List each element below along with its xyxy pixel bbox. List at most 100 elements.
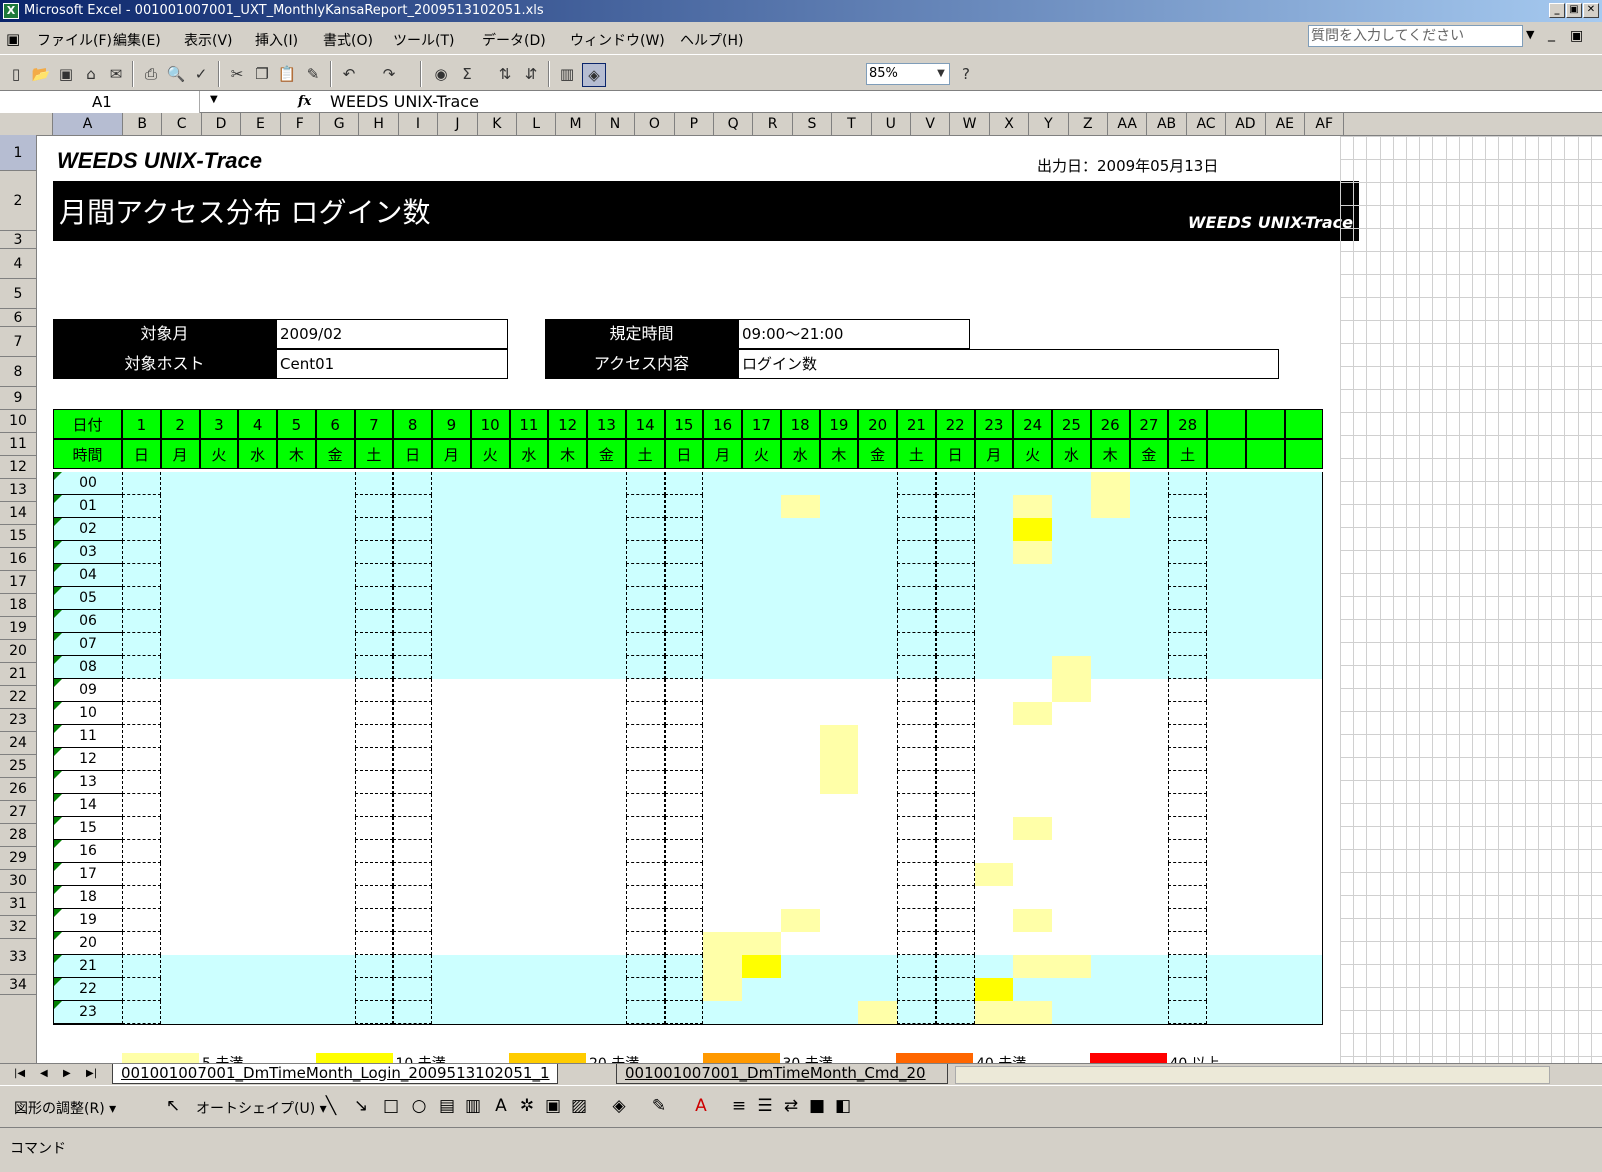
row-header-10[interactable]: 10 bbox=[0, 410, 36, 433]
heat-cell[interactable] bbox=[703, 794, 742, 817]
heat-cell[interactable] bbox=[974, 495, 1014, 518]
heat-cell[interactable] bbox=[354, 840, 394, 863]
heat-cell[interactable] bbox=[1168, 472, 1207, 495]
heat-cell[interactable] bbox=[1245, 955, 1285, 978]
heat-cell[interactable] bbox=[1090, 495, 1130, 518]
heat-cell[interactable] bbox=[393, 679, 432, 702]
vertical-textbox-icon[interactable]: ▥ bbox=[462, 1096, 484, 1116]
sheet-tab-login[interactable]: 001001007001_DmTimeMonth_Login_200951310… bbox=[112, 1064, 559, 1084]
heat-cell[interactable] bbox=[1090, 564, 1130, 587]
heat-cell[interactable] bbox=[1284, 771, 1324, 794]
heat-cell[interactable] bbox=[1129, 840, 1169, 863]
heat-cell[interactable] bbox=[587, 932, 626, 955]
heat-cell[interactable] bbox=[780, 909, 820, 932]
heat-cell[interactable] bbox=[742, 978, 781, 1001]
column-header-F[interactable]: F bbox=[281, 113, 320, 135]
heat-cell[interactable] bbox=[199, 840, 239, 863]
heat-cell[interactable] bbox=[858, 955, 897, 978]
column-header-W[interactable]: W bbox=[950, 113, 990, 135]
heat-cell[interactable] bbox=[122, 794, 161, 817]
heat-cell[interactable] bbox=[935, 840, 975, 863]
heat-cell[interactable] bbox=[935, 610, 975, 633]
heat-cell[interactable] bbox=[354, 863, 394, 886]
heat-cell[interactable] bbox=[974, 679, 1014, 702]
heat-cell[interactable] bbox=[897, 1001, 936, 1024]
heat-cell[interactable] bbox=[1207, 564, 1246, 587]
heat-cell[interactable] bbox=[1207, 656, 1246, 679]
email-icon[interactable]: ✉ bbox=[105, 63, 127, 85]
heat-cell[interactable] bbox=[199, 541, 239, 564]
heat-cell[interactable] bbox=[819, 564, 859, 587]
heat-cell[interactable] bbox=[199, 886, 239, 909]
heat-cell[interactable] bbox=[819, 656, 859, 679]
heat-cell[interactable] bbox=[470, 472, 510, 495]
menu-data[interactable]: データ(D) bbox=[482, 30, 546, 50]
column-header-O[interactable]: O bbox=[635, 113, 675, 135]
heat-cell[interactable] bbox=[780, 472, 820, 495]
heat-cell[interactable] bbox=[1129, 955, 1169, 978]
heat-cell[interactable] bbox=[432, 518, 471, 541]
heat-cell[interactable] bbox=[742, 840, 781, 863]
row-header-6[interactable]: 6 bbox=[0, 309, 36, 327]
heat-cell[interactable] bbox=[277, 771, 316, 794]
heat-cell[interactable] bbox=[742, 541, 781, 564]
heat-cell[interactable] bbox=[587, 587, 626, 610]
heat-cell[interactable] bbox=[1013, 679, 1052, 702]
heat-cell[interactable] bbox=[160, 909, 200, 932]
heat-cell[interactable] bbox=[819, 978, 859, 1001]
heat-cell[interactable] bbox=[199, 633, 239, 656]
heat-cell[interactable] bbox=[122, 472, 161, 495]
column-header-T[interactable]: T bbox=[832, 113, 872, 135]
heat-cell[interactable] bbox=[354, 610, 394, 633]
heat-cell[interactable] bbox=[122, 978, 161, 1001]
heat-cell[interactable] bbox=[664, 633, 704, 656]
heat-cell[interactable] bbox=[199, 955, 239, 978]
heat-cell[interactable] bbox=[1090, 1001, 1130, 1024]
heat-cell[interactable] bbox=[122, 679, 161, 702]
heat-cell[interactable] bbox=[1090, 840, 1130, 863]
heat-cell[interactable] bbox=[858, 702, 897, 725]
heat-cell[interactable] bbox=[1207, 679, 1246, 702]
heat-cell[interactable] bbox=[819, 610, 859, 633]
heat-cell[interactable] bbox=[664, 955, 704, 978]
heat-cell[interactable] bbox=[160, 587, 200, 610]
restore-button[interactable]: ▣ bbox=[1566, 3, 1582, 18]
heat-cell[interactable] bbox=[122, 564, 161, 587]
heat-cell[interactable] bbox=[199, 564, 239, 587]
heat-cell[interactable] bbox=[664, 1001, 704, 1024]
column-header-P[interactable]: P bbox=[675, 113, 714, 135]
heat-cell[interactable] bbox=[703, 932, 742, 955]
heat-cell[interactable] bbox=[664, 541, 704, 564]
heat-cell[interactable] bbox=[897, 656, 936, 679]
heat-cell[interactable] bbox=[974, 1001, 1014, 1024]
heat-cell[interactable] bbox=[432, 472, 471, 495]
heat-cell[interactable] bbox=[625, 909, 665, 932]
column-header-M[interactable]: M bbox=[556, 113, 596, 135]
heat-cell[interactable] bbox=[1052, 817, 1091, 840]
heat-cell[interactable] bbox=[1090, 633, 1130, 656]
heat-cell[interactable] bbox=[277, 656, 316, 679]
heat-cell[interactable] bbox=[354, 748, 394, 771]
heat-cell[interactable] bbox=[1245, 863, 1285, 886]
heat-cell[interactable] bbox=[432, 725, 471, 748]
heat-cell[interactable] bbox=[393, 472, 432, 495]
heat-cell[interactable] bbox=[935, 679, 975, 702]
heat-cell[interactable] bbox=[1168, 794, 1207, 817]
heat-cell[interactable] bbox=[432, 978, 471, 1001]
heat-cell[interactable] bbox=[1284, 472, 1324, 495]
heat-cell[interactable] bbox=[625, 472, 665, 495]
heat-cell[interactable] bbox=[587, 633, 626, 656]
heat-cell[interactable] bbox=[548, 518, 587, 541]
heat-cell[interactable] bbox=[819, 771, 859, 794]
heat-cell[interactable] bbox=[277, 541, 316, 564]
heat-cell[interactable] bbox=[238, 932, 277, 955]
heat-cell[interactable] bbox=[974, 978, 1014, 1001]
heat-cell[interactable] bbox=[974, 748, 1014, 771]
dash-style-icon[interactable]: ☰ bbox=[754, 1096, 776, 1116]
select-all-corner[interactable] bbox=[0, 113, 53, 135]
heat-cell[interactable] bbox=[315, 472, 355, 495]
formula-input[interactable]: WEEDS UNIX-Trace bbox=[330, 91, 479, 113]
heat-cell[interactable] bbox=[974, 702, 1014, 725]
heat-cell[interactable] bbox=[935, 587, 975, 610]
heat-cell[interactable] bbox=[819, 909, 859, 932]
